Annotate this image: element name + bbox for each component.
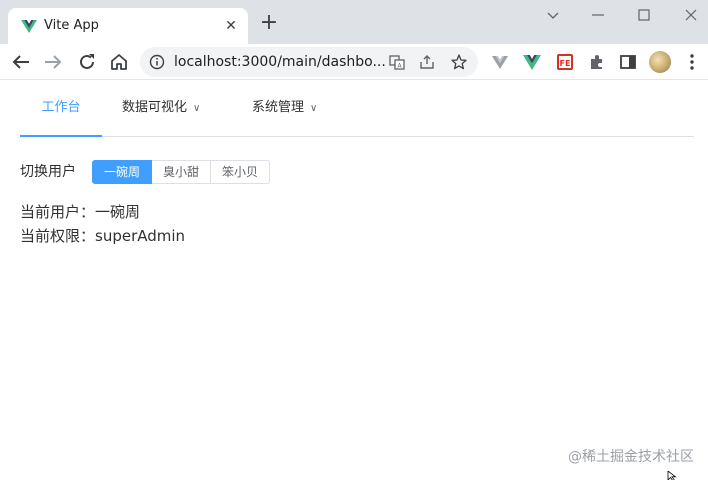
user-option-chouxiaotian[interactable]: 臭小甜 [152,160,212,184]
new-tab-icon[interactable]: + [258,12,280,34]
user-option-benxiaobei[interactable]: 笨小贝 [211,160,271,184]
mouse-cursor-icon [667,471,677,480]
user-radio-group: 一碗周 臭小甜 笨小贝 [92,160,271,184]
browser-menu-icon[interactable] [684,52,700,72]
translate-icon[interactable]: A [388,53,406,71]
maximize-icon[interactable] [634,6,654,24]
minimize-icon[interactable] [588,6,608,24]
window-close-icon[interactable] [681,6,701,24]
tab-close-icon[interactable]: ✕ [222,17,240,35]
site-info-icon[interactable] [149,54,165,70]
current-user-text: 当前用户：一碗周 [20,203,141,221]
menu-item-workbench[interactable]: 工作台 [20,81,102,137]
home-icon[interactable] [106,49,132,75]
user-option-yiwanzhou[interactable]: 一碗周 [92,160,153,184]
profile-avatar[interactable] [649,51,671,73]
share-icon[interactable] [418,53,436,71]
menu-item-label: 系统管理 [252,100,305,115]
extensions-puzzle-icon[interactable] [587,52,607,72]
reload-icon[interactable] [74,49,100,75]
tab-title: Vite App [44,18,99,33]
page-content: 工作台 数据可视化 ∨ 系统管理 ∨ 切换用户 一碗周 臭小甜 笨小贝 当前用户：一… [0,81,708,480]
vue-devtools-gray-icon[interactable] [490,52,510,72]
vue-devtools-icon[interactable] [522,52,542,72]
current-permission-text: 当前权限：superAdmin [20,227,186,245]
top-menu: 工作台 数据可视化 ∨ 系统管理 ∨ [20,81,694,137]
back-arrow-icon[interactable] [8,49,34,75]
vue-logo-icon [21,20,37,33]
chevron-down-icon: ∨ [193,103,201,114]
menu-item-data-visualization[interactable]: 数据可视化 ∨ [122,81,200,137]
menu-item-label: 数据可视化 [122,100,188,115]
svg-text:FE: FE [560,59,571,68]
menu-item-label: 工作台 [41,100,81,115]
watermark: @稀土掘金技术社区 [568,449,694,465]
switch-user-label: 切换用户 [20,164,76,180]
menu-item-system-management[interactable]: 系统管理 ∨ [252,81,317,137]
browser-toolbar: localhost:3000/main/dashbo... A FE [0,44,708,80]
fe-helper-icon[interactable]: FE [555,52,575,72]
forward-arrow-icon[interactable] [40,49,66,75]
browser-titlebar: Vite App ✕ + [0,0,708,44]
side-panel-icon[interactable] [618,52,638,72]
tab-search-chevron-icon[interactable] [543,6,563,24]
bookmark-star-icon[interactable] [450,53,468,71]
browser-tab[interactable]: Vite App ✕ [8,8,248,44]
address-bar[interactable]: localhost:3000/main/dashbo... A [140,47,478,77]
chevron-down-icon: ∨ [310,103,318,114]
url-text[interactable]: localhost:3000/main/dashbo... [174,54,386,70]
